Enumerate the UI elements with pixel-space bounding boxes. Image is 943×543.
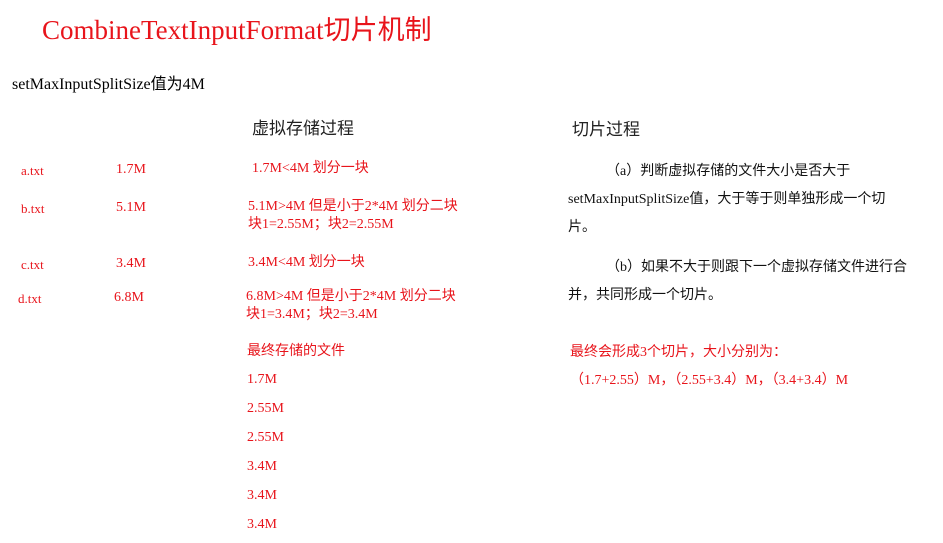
split-result-summary: 最终会形成3个切片，大小分别为： (570, 345, 787, 360)
split-rule-a: （a）判断虚拟存储的文件大小是否大于setMaxInputSplitSize值，… (568, 158, 908, 242)
split-note: 1.7M<4M 划分一块 (252, 161, 369, 176)
final-file-size: 1.7M (247, 372, 277, 387)
split-result-sizes: （1.7+2.55）M，（2.55+3.4）M，（3.4+3.4）M (570, 373, 849, 388)
final-file-size: 3.4M (247, 459, 277, 474)
split-note-blocks: 块1=2.55M；块2=2.55M (248, 217, 394, 232)
file-size: 6.8M (114, 290, 144, 305)
final-file-size: 2.55M (247, 430, 284, 445)
final-file-size: 2.55M (247, 401, 284, 416)
split-rule-b-text: （b）如果不大于则跟下一个虚拟存储文件进行合并，共同形成一个切片。 (568, 260, 907, 303)
split-rule-b: （b）如果不大于则跟下一个虚拟存储文件进行合并，共同形成一个切片。 (568, 254, 908, 310)
final-file-size: 3.4M (247, 488, 277, 503)
file-name: c.txt (21, 257, 44, 272)
file-name: a.txt (21, 163, 44, 178)
page-subtitle: setMaxInputSplitSize值为4M (12, 76, 205, 93)
split-process-heading: 切片过程 (572, 120, 640, 140)
split-note: 3.4M<4M 划分一块 (248, 255, 365, 270)
split-note: 5.1M>4M 但是小于2*4M 划分二块 (248, 199, 458, 214)
file-name: d.txt (18, 291, 42, 306)
split-note: 6.8M>4M 但是小于2*4M 划分二块 (246, 289, 456, 304)
final-files-heading: 最终存储的文件 (247, 344, 345, 359)
file-size: 1.7M (116, 162, 146, 177)
file-size: 3.4M (116, 256, 146, 271)
split-rule-a-text: （a）判断虚拟存储的文件大小是否大于setMaxInputSplitSize值，… (568, 164, 886, 235)
final-file-size: 3.4M (247, 517, 277, 532)
split-note-blocks: 块1=3.4M；块2=3.4M (246, 307, 378, 322)
page-title: CombineTextInputFormat切片机制 (42, 15, 432, 45)
file-name: b.txt (21, 201, 45, 216)
file-size: 5.1M (116, 200, 146, 215)
virtual-storage-heading: 虚拟存储过程 (252, 119, 354, 139)
